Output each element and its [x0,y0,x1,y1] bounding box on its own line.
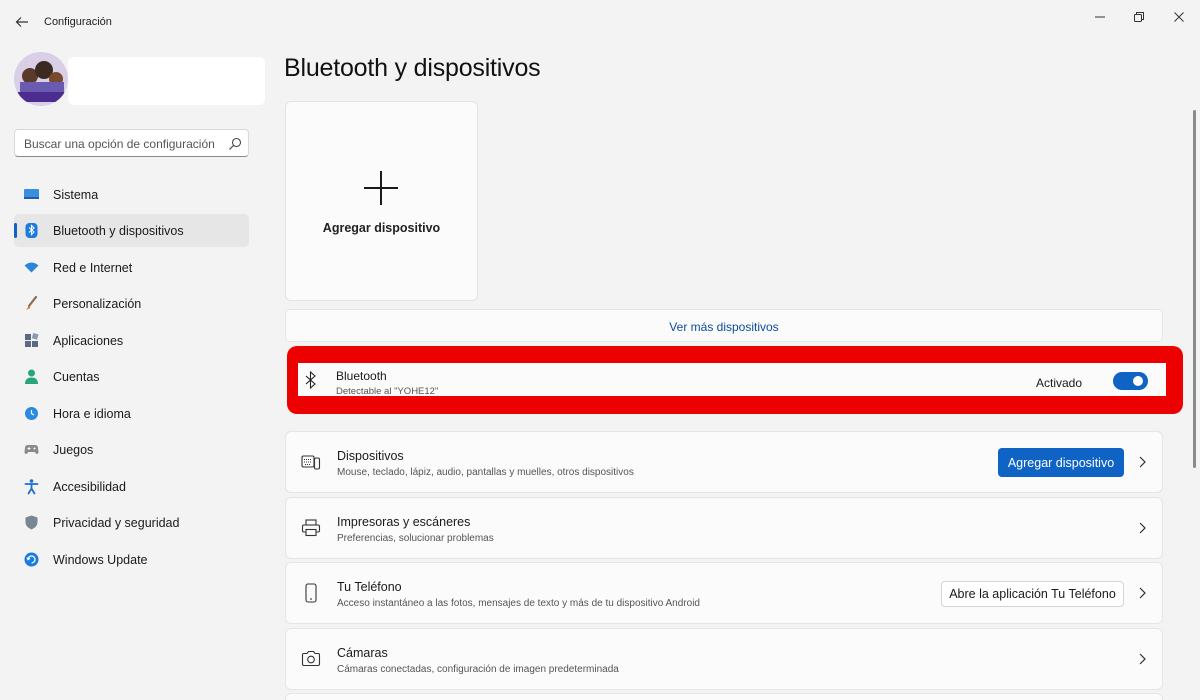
card-subtitle: Mouse, teclado, lápiz, audio, pantallas … [337,467,634,478]
phone-icon [305,583,317,603]
avatar[interactable] [14,52,68,106]
bluetooth-setting-row[interactable]: Bluetooth Detectable al "YOHE12" Activad… [298,363,1166,397]
sidebar-item-label: Personalización [53,297,142,311]
card-subtitle: Acceso instantáneo a las fotos, mensajes… [337,598,700,609]
scrollbar[interactable] [1193,110,1196,468]
sidebar-item-red[interactable]: Red e Internet [14,251,249,284]
bluetooth-subtitle: Detectable al "YOHE12" [336,386,439,397]
card-title: Tu Teléfono [337,580,402,594]
sidebar-item-label: Privacidad y seguridad [53,516,180,530]
sidebar-item-label: Sistema [53,188,99,202]
search-placeholder: Buscar una opción de configuración [24,137,215,151]
chevron-right-icon[interactable] [1135,585,1149,601]
bluetooth-icon [23,222,40,239]
sidebar-item-label: Accesibilidad [53,480,126,494]
more-devices-row[interactable]: Ver más dispositivos [285,309,1163,342]
apps-icon [23,332,40,349]
person-icon [23,368,40,385]
brush-icon [23,295,40,312]
shield-icon [23,514,40,531]
card-title: Dispositivos [337,449,404,463]
sidebar-item-cuentas[interactable]: Cuentas [14,360,249,393]
sidebar-item-label: Hora e idioma [53,407,131,421]
minimize-icon [1095,16,1105,18]
sidebar-item-bluetooth[interactable]: Bluetooth y dispositivos [14,214,249,247]
plus-icon [364,171,398,205]
camera-icon [301,650,321,667]
gamepad-icon [23,441,40,458]
page-title: Bluetooth y dispositivos [284,54,541,82]
sidebar-item-label: Aplicaciones [53,334,124,348]
more-devices-link[interactable]: Ver más dispositivos [286,320,1162,334]
bluetooth-toggle[interactable] [1113,372,1148,390]
open-phone-app-button[interactable]: Abre la aplicación Tu Teléfono [941,581,1124,607]
bluetooth-status: Activado [1036,376,1083,390]
add-device-tile[interactable]: Agregar dispositivo [285,101,478,301]
avatar-image [14,52,68,106]
close-button[interactable] [1162,6,1196,28]
cameras-card[interactable]: Cámaras Cámaras conectadas, configuració… [285,628,1163,690]
card-title: Impresoras y escáneres [337,515,471,529]
sidebar-item-personalizacion[interactable]: Personalización [14,287,249,320]
chevron-right-icon[interactable] [1135,454,1149,470]
arrow-left-icon [15,17,28,27]
chevron-right-icon[interactable] [1135,520,1149,536]
sidebar-item-hora[interactable]: Hora e idioma [14,397,249,430]
sidebar-item-label: Red e Internet [53,261,133,275]
search-icon[interactable] [227,136,243,152]
accessibility-icon [23,478,40,495]
minimize-button[interactable] [1083,6,1117,28]
restore-icon [1134,12,1144,22]
sidebar-item-label: Windows Update [53,553,148,567]
globe-clock-icon [23,405,40,422]
card-subtitle: Cámaras conectadas, configuración de ima… [337,664,619,675]
sidebar-item-aplicaciones[interactable]: Aplicaciones [14,324,249,357]
wifi-icon [23,259,40,276]
profile-name-box [68,57,265,105]
toggle-knob [1133,376,1143,386]
bluetooth-title: Bluetooth [336,369,387,383]
monitor-icon [23,186,40,203]
printers-card[interactable]: Impresoras y escáneres Preferencias, sol… [285,497,1163,559]
next-card-partial[interactable] [285,693,1163,700]
search-input[interactable]: Buscar una opción de configuración [14,129,249,157]
app-title: Configuración [44,16,112,28]
update-icon [23,551,40,568]
sidebar-item-label: Bluetooth y dispositivos [53,224,184,238]
sidebar-item-privacidad[interactable]: Privacidad y seguridad [14,506,249,539]
sidebar-item-accesibilidad[interactable]: Accesibilidad [14,470,249,503]
add-device-button[interactable]: Agregar dispositivo [998,448,1124,477]
phone-card[interactable]: Tu Teléfono Acceso instantáneo a las fot… [285,562,1163,624]
devices-card[interactable]: Dispositivos Mouse, teclado, lápiz, audi… [285,431,1163,493]
sidebar-item-label: Cuentas [53,370,100,384]
printer-icon [301,519,321,537]
restore-button[interactable] [1122,6,1156,28]
sidebar-item-sistema[interactable]: Sistema [14,178,249,211]
chevron-right-icon[interactable] [1135,651,1149,667]
card-title: Cámaras [337,646,388,660]
sidebar-item-label: Juegos [53,443,94,457]
bluetooth-icon [305,371,316,389]
sidebar-item-juegos[interactable]: Juegos [14,433,249,466]
keyboard-devices-icon [301,455,321,470]
back-button[interactable] [10,10,34,34]
add-device-label: Agregar dispositivo [322,221,441,235]
sidebar-item-windows-update[interactable]: Windows Update [14,543,249,576]
title-bar: Configuración [0,0,1200,44]
card-subtitle: Preferencias, solucionar problemas [337,533,494,544]
close-icon [1174,12,1184,22]
